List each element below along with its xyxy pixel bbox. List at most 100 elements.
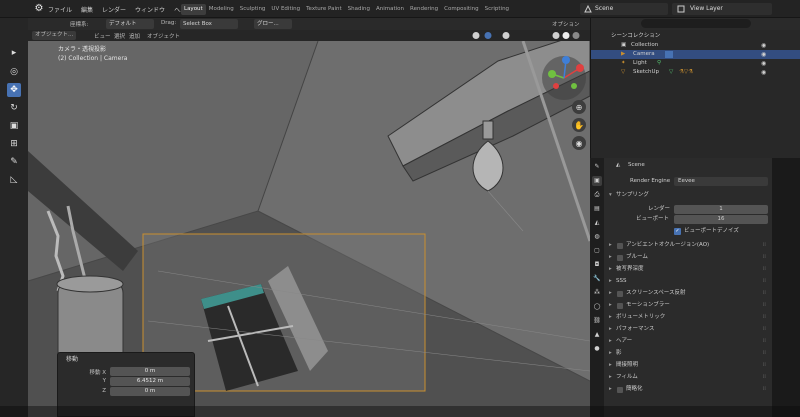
drag-handle-icon[interactable]: ⁞⁞ bbox=[763, 324, 767, 335]
drag-handle-icon[interactable]: ⁞⁞ bbox=[763, 288, 767, 299]
section-hair[interactable]: ▸ ヘアー ⁞⁞ bbox=[604, 336, 772, 347]
section-simplify[interactable]: ▸ 簡略化 ⁞⁞ bbox=[604, 384, 772, 395]
menu-file[interactable]: ファイル bbox=[48, 5, 72, 14]
section-ao[interactable]: ▸ アンビエントオクルージョン(AO) ⁞⁞ bbox=[604, 240, 772, 251]
menu-view[interactable]: ビュー bbox=[94, 32, 111, 40]
tab-layout[interactable]: Layout bbox=[181, 4, 206, 15]
drag-handle-icon[interactable]: ⁞⁞ bbox=[763, 312, 767, 323]
motion-blur-checkbox[interactable] bbox=[617, 303, 623, 309]
render-tab-icon[interactable]: ▣ bbox=[592, 176, 602, 186]
ao-checkbox[interactable] bbox=[617, 243, 623, 249]
viewport-samples-field[interactable]: 16 bbox=[674, 215, 768, 224]
render-engine-dropdown[interactable]: Eevee bbox=[674, 177, 768, 186]
material-tab-icon[interactable]: ● bbox=[592, 344, 602, 354]
tab-sculpting[interactable]: Sculpting bbox=[237, 4, 269, 15]
orientation-dropdown[interactable]: デフォルト bbox=[106, 19, 154, 29]
drag-handle-icon[interactable]: ⁞⁞ bbox=[763, 384, 767, 395]
outliner-item-sketchup[interactable]: ▽ SketchUp ▽ ⚗▽⚗ ◉ bbox=[591, 68, 800, 77]
shading-buttons[interactable] bbox=[466, 30, 586, 41]
tab-scripting[interactable]: Scripting bbox=[482, 4, 512, 15]
tab-modeling[interactable]: Modeling bbox=[206, 4, 237, 15]
move-z-field[interactable]: 0 m bbox=[110, 387, 190, 396]
section-sampling[interactable]: ▾ サンプリング bbox=[604, 190, 772, 201]
outliner-scene-collection[interactable]: シーンコレクション bbox=[591, 32, 800, 41]
data-tab-icon[interactable]: ▲ bbox=[592, 330, 602, 340]
pan-hand-icon[interactable]: ✋ bbox=[572, 118, 586, 132]
move-x-field[interactable]: 0 m bbox=[110, 367, 190, 376]
world-tab-icon[interactable]: ◍ bbox=[592, 232, 602, 242]
particles-tab-icon[interactable]: ⁂ bbox=[592, 288, 602, 298]
modifier-tab-icon[interactable]: 🔧 bbox=[592, 274, 602, 284]
menu-object[interactable]: オブジェクト bbox=[147, 32, 180, 40]
outliner-search-input[interactable] bbox=[641, 19, 751, 28]
drag-handle-icon[interactable]: ⁞⁞ bbox=[763, 240, 767, 251]
view-layer-selector[interactable]: View Layer bbox=[672, 3, 772, 15]
visibility-eye-icon[interactable]: ◉ bbox=[761, 59, 766, 68]
move-y-field[interactable]: 6.4512 m bbox=[110, 377, 190, 386]
outliner-item-light[interactable]: ✦ Light ⚲ ◉ bbox=[591, 59, 800, 68]
ssr-checkbox[interactable] bbox=[617, 291, 623, 297]
menu-select[interactable]: 選択 bbox=[114, 32, 125, 40]
section-performance[interactable]: ▸ パフォーマンス ⁞⁞ bbox=[604, 324, 772, 335]
scene-tab-icon[interactable]: ◭ bbox=[592, 218, 602, 228]
section-film[interactable]: ▸ フィルム ⁞⁞ bbox=[604, 372, 772, 383]
transform-pivot-dropdown[interactable]: グロー... bbox=[254, 19, 292, 29]
section-bloom[interactable]: ▸ ブルーム ⁞⁞ bbox=[604, 252, 772, 263]
visibility-eye-icon[interactable]: ◉ bbox=[761, 68, 766, 77]
rotate-tool-icon[interactable]: ↻ bbox=[7, 101, 21, 115]
outliner-collection[interactable]: ▣ Collection ◉ bbox=[591, 41, 800, 50]
section-motion-blur[interactable]: ▸ モーションブラー ⁞⁞ bbox=[604, 300, 772, 311]
properties-scrollbar-area[interactable] bbox=[772, 158, 800, 417]
zoom-icon[interactable]: ⊕ bbox=[572, 100, 586, 114]
simplify-checkbox[interactable] bbox=[617, 387, 623, 393]
scene-selector[interactable]: Scene bbox=[580, 3, 668, 15]
tab-compositing[interactable]: Compositing bbox=[441, 4, 481, 15]
drag-handle-icon[interactable]: ⁞⁞ bbox=[763, 264, 767, 275]
mode-dropdown[interactable]: オブジェクト... bbox=[32, 31, 77, 40]
viewport-denoise-checkbox[interactable]: ✓ bbox=[674, 228, 681, 235]
drag-handle-icon[interactable]: ⁞⁞ bbox=[763, 372, 767, 383]
drag-handle-icon[interactable]: ⁞⁞ bbox=[763, 276, 767, 287]
menu-edit[interactable]: 編集 bbox=[81, 5, 93, 14]
drag-handle-icon[interactable]: ⁞⁞ bbox=[763, 348, 767, 359]
menu-window[interactable]: ウィンドウ bbox=[135, 5, 165, 14]
section-volumetrics[interactable]: ▸ ボリューメトリック ⁞⁞ bbox=[604, 312, 772, 323]
viewport-denoise-row[interactable]: ✓ ビューポートデノイズ bbox=[604, 226, 772, 237]
menu-add[interactable]: 追加 bbox=[129, 32, 140, 40]
select-tool-icon[interactable]: ▸ bbox=[7, 46, 21, 60]
tab-rendering[interactable]: Rendering bbox=[407, 4, 441, 15]
tab-shading[interactable]: Shading bbox=[345, 4, 373, 15]
object-tab-icon[interactable]: ◘ bbox=[592, 260, 602, 270]
physics-tab-icon[interactable]: ◯ bbox=[592, 302, 602, 312]
transform-tool-icon[interactable]: ⊞ bbox=[7, 137, 21, 151]
output-tab-icon[interactable]: ⎙ bbox=[592, 190, 602, 200]
collection-tab-icon[interactable]: ▢ bbox=[592, 246, 602, 256]
view-layer-tab-icon[interactable]: ▤ bbox=[592, 204, 602, 214]
visibility-eye-icon[interactable]: ◉ bbox=[761, 41, 766, 50]
drag-handle-icon[interactable]: ⁞⁞ bbox=[763, 252, 767, 263]
navigation-gizmo[interactable] bbox=[538, 52, 590, 104]
menu-render[interactable]: レンダー bbox=[102, 5, 126, 14]
scale-tool-icon[interactable]: ▣ bbox=[7, 119, 21, 133]
drag-handle-icon[interactable]: ⁞⁞ bbox=[763, 360, 767, 371]
section-dof[interactable]: ▸ 被写界深度 ⁞⁞ bbox=[604, 264, 772, 275]
options-dropdown[interactable]: オプション bbox=[552, 20, 580, 28]
camera-view-icon[interactable]: ◉ bbox=[572, 136, 586, 150]
blender-logo-icon[interactable]: ⚙ bbox=[33, 3, 45, 15]
tab-uv-editing[interactable]: UV Editing bbox=[268, 4, 303, 15]
render-samples-field[interactable]: 1 bbox=[674, 205, 768, 214]
tool-tab-icon[interactable]: ✎ bbox=[592, 162, 602, 172]
visibility-eye-icon[interactable]: ◉ bbox=[761, 50, 766, 59]
tab-animation[interactable]: Animation bbox=[373, 4, 407, 15]
bloom-checkbox[interactable] bbox=[617, 255, 623, 261]
section-ssr[interactable]: ▸ スクリーンスペース反射 ⁞⁞ bbox=[604, 288, 772, 299]
drag-handle-icon[interactable]: ⁞⁞ bbox=[763, 336, 767, 347]
constraints-tab-icon[interactable]: ⛓ bbox=[592, 316, 602, 326]
section-sss[interactable]: ▸ SSS ⁞⁞ bbox=[604, 276, 772, 287]
section-indirect-lighting[interactable]: ▸ 間接照明 ⁞⁞ bbox=[604, 360, 772, 371]
drag-dropdown[interactable]: Select Box bbox=[180, 19, 238, 29]
cursor-tool-icon[interactable]: ◎ bbox=[7, 65, 21, 79]
outliner-item-camera[interactable]: ▶ Camera ◉ bbox=[591, 50, 800, 59]
measure-tool-icon[interactable]: ◺ bbox=[7, 173, 21, 187]
move-tool-icon[interactable]: ✥ bbox=[7, 83, 21, 97]
